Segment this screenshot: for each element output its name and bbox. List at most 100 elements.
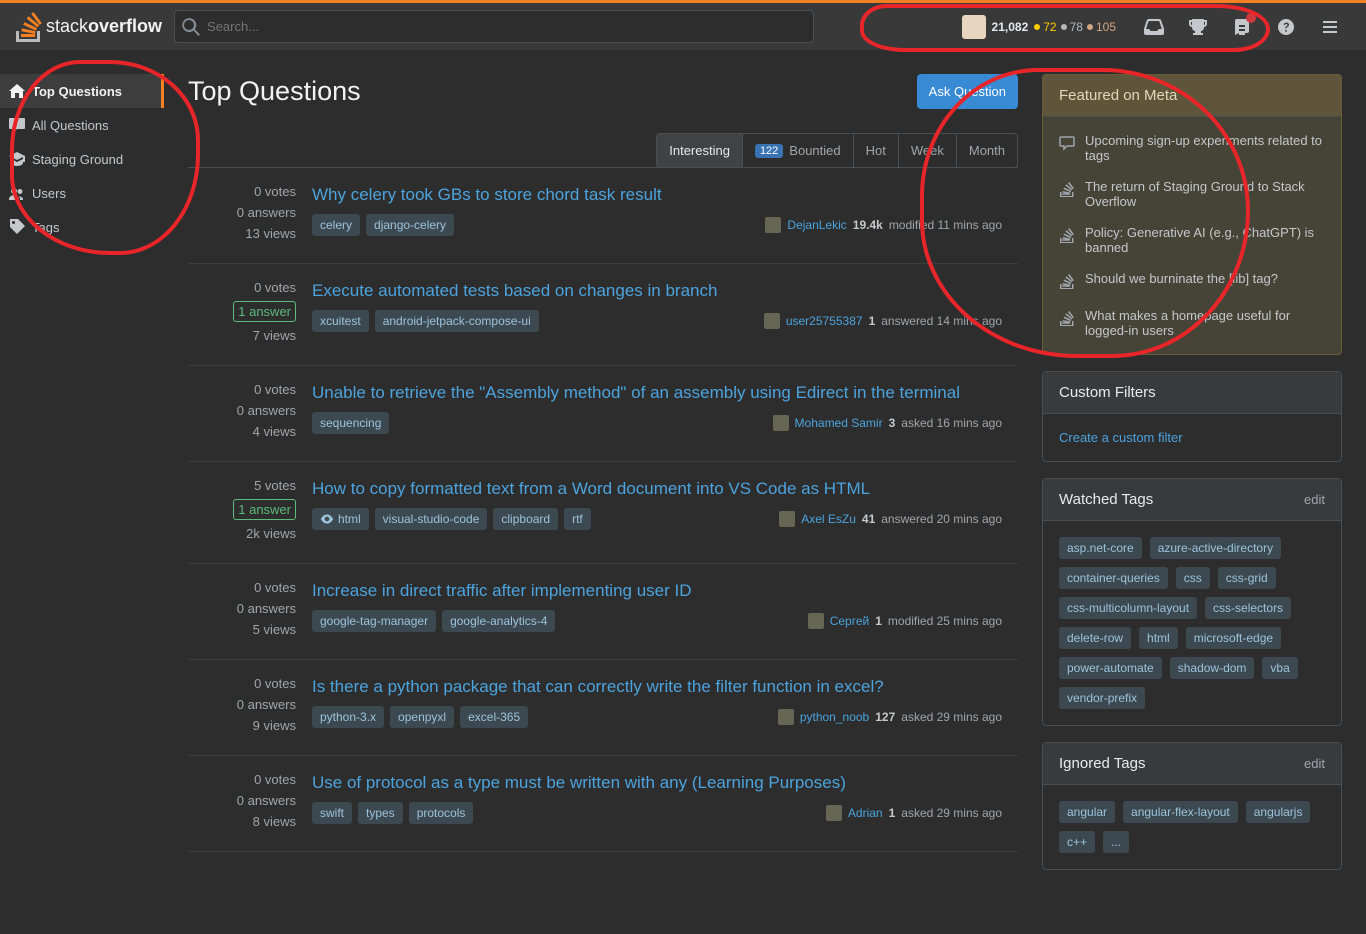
tag[interactable]: django-celery: [366, 214, 454, 236]
watched-tag[interactable]: vba: [1262, 657, 1297, 679]
watched-tag[interactable]: css-multicolumn-layout: [1059, 597, 1197, 619]
watched-tag[interactable]: asp.net-core: [1059, 537, 1142, 559]
question-user[interactable]: Сергей 1 modified 25 mins ago: [808, 613, 1002, 629]
question-user[interactable]: Axel EsZu 41 answered 20 mins ago: [779, 511, 1002, 527]
user-avatar: [826, 805, 842, 821]
users-icon: [8, 184, 26, 202]
meta-item[interactable]: The return of Staging Ground to Stack Ov…: [1043, 171, 1341, 217]
question-title[interactable]: How to copy formatted text from a Word d…: [312, 478, 1002, 500]
meta-item[interactable]: What makes a homepage useful for logged-…: [1043, 300, 1341, 346]
votes: 0 votes: [204, 772, 296, 787]
sidebar: Top QuestionsAll QuestionsStaging Ground…: [0, 50, 164, 910]
nav-item-tags[interactable]: Tags: [0, 210, 164, 244]
question-user[interactable]: Mohamed Samir 3 asked 16 mins ago: [773, 415, 1002, 431]
views: 4 views: [204, 424, 296, 439]
tag[interactable]: swift: [312, 802, 352, 824]
tag[interactable]: google-tag-manager: [312, 610, 436, 632]
question-user[interactable]: DejanLekic 19.4k modified 11 mins ago: [765, 217, 1002, 233]
edit-ignored-link[interactable]: edit: [1304, 756, 1325, 771]
tab-badge: 122: [755, 144, 783, 158]
search-input[interactable]: [174, 10, 814, 43]
home-icon: [8, 82, 26, 100]
question-title[interactable]: Why celery took GBs to store chord task …: [312, 184, 1002, 206]
menu-icon[interactable]: [1310, 3, 1350, 50]
meta-item[interactable]: Should we burninate the [lib] tag?: [1043, 263, 1341, 300]
watched-tag[interactable]: container-queries: [1059, 567, 1168, 589]
views: 13 views: [204, 226, 296, 241]
tag[interactable]: clipboard: [493, 508, 558, 530]
tag[interactable]: rtf: [564, 508, 591, 530]
question-row: 0 votes 0 answers 9 views Is there a pyt…: [188, 660, 1018, 756]
tag[interactable]: xcuitest: [312, 310, 369, 332]
tag[interactable]: excel-365: [460, 706, 528, 728]
views: 5 views: [204, 622, 296, 637]
watched-tag[interactable]: css-selectors: [1205, 597, 1291, 619]
tag[interactable]: types: [358, 802, 403, 824]
tag[interactable]: html: [312, 508, 369, 530]
tag[interactable]: google-analytics-4: [442, 610, 555, 632]
edit-watched-link[interactable]: edit: [1304, 492, 1325, 507]
question-row: 0 votes 0 answers 13 views Why celery to…: [188, 168, 1018, 264]
tag[interactable]: visual-studio-code: [375, 508, 488, 530]
ignored-tag[interactable]: angular: [1059, 801, 1115, 823]
tag[interactable]: python-3.x: [312, 706, 384, 728]
user-info[interactable]: 21,082 72 78 105: [952, 3, 1130, 50]
tab-hot[interactable]: Hot: [854, 134, 899, 167]
tag[interactable]: android-jetpack-compose-ui: [375, 310, 539, 332]
tab-month[interactable]: Month: [957, 134, 1017, 167]
nav-item-all-questions[interactable]: All Questions: [0, 108, 164, 142]
reputation: 21,082: [992, 20, 1029, 34]
watched-tag[interactable]: power-automate: [1059, 657, 1162, 679]
watched-tag[interactable]: delete-row: [1059, 627, 1131, 649]
ignored-tag[interactable]: c++: [1059, 831, 1095, 853]
question-user[interactable]: user25755387 1 answered 14 mins ago: [764, 313, 1002, 329]
ignored-tag[interactable]: angular-flex-layout: [1123, 801, 1238, 823]
tag[interactable]: protocols: [409, 802, 474, 824]
question-title[interactable]: Execute automated tests based on changes…: [312, 280, 1002, 302]
gold-badges: 72: [1034, 20, 1056, 34]
meta-item[interactable]: Policy: Generative AI (e.g., ChatGPT) is…: [1043, 217, 1341, 263]
ignored-tags-widget: Ignored Tags edit angularangular-flex-la…: [1042, 742, 1342, 870]
tag[interactable]: openpyxl: [390, 706, 454, 728]
question-user[interactable]: Adrian 1 asked 29 mins ago: [826, 805, 1002, 821]
watched-tag[interactable]: azure-active-directory: [1150, 537, 1281, 559]
watched-tag[interactable]: css-grid: [1218, 567, 1276, 589]
tag[interactable]: sequencing: [312, 412, 389, 434]
question-title[interactable]: Use of protocol as a type must be writte…: [312, 772, 1002, 794]
nav-item-users[interactable]: Users: [0, 176, 164, 210]
notification-dot: [1246, 13, 1256, 23]
create-filter-link[interactable]: Create a custom filter: [1059, 430, 1183, 445]
help-icon[interactable]: [1266, 3, 1306, 50]
logo[interactable]: stackoverflow: [16, 12, 162, 42]
ask-question-button[interactable]: Ask Question: [917, 74, 1018, 109]
tab-week[interactable]: Week: [899, 134, 957, 167]
custom-filters-widget: Custom Filters Create a custom filter: [1042, 371, 1342, 462]
question-user[interactable]: python_noob 127 asked 29 mins ago: [778, 709, 1002, 725]
tag[interactable]: celery: [312, 214, 360, 236]
answers: 0 answers: [204, 793, 296, 808]
nav-item-staging-ground[interactable]: Staging Ground: [0, 142, 164, 176]
ignored-tag[interactable]: angularjs: [1246, 801, 1311, 823]
user-avatar: [765, 217, 781, 233]
question-title[interactable]: Increase in direct traffic after impleme…: [312, 580, 1002, 602]
inbox-icon[interactable]: [1134, 3, 1174, 50]
watched-tag[interactable]: html: [1139, 627, 1178, 649]
watched-tag[interactable]: css: [1176, 567, 1210, 589]
so-icon: [1059, 225, 1075, 255]
watched-tag[interactable]: microsoft-edge: [1186, 627, 1281, 649]
question-row: 0 votes 0 answers 5 views Increase in di…: [188, 564, 1018, 660]
achievements-icon[interactable]: [1178, 3, 1218, 50]
tab-interesting[interactable]: Interesting: [657, 134, 743, 167]
user-avatar: [773, 415, 789, 431]
meta-item[interactable]: Upcoming sign-up experiments related to …: [1043, 125, 1341, 171]
watched-tag[interactable]: vendor-prefix: [1059, 687, 1145, 709]
question-title[interactable]: Unable to retrieve the "Assembly method"…: [312, 382, 1002, 404]
ignored-tag[interactable]: ...: [1103, 831, 1129, 853]
featured-meta-widget: Featured on Meta Upcoming sign-up experi…: [1042, 74, 1342, 355]
nav-item-top-questions[interactable]: Top Questions: [0, 74, 164, 108]
question-title[interactable]: Is there a python package that can corre…: [312, 676, 1002, 698]
review-icon[interactable]: [1222, 3, 1262, 50]
silver-badges: 78: [1061, 20, 1083, 34]
tab-bountied[interactable]: 122Bountied: [743, 134, 854, 167]
watched-tag[interactable]: shadow-dom: [1170, 657, 1255, 679]
